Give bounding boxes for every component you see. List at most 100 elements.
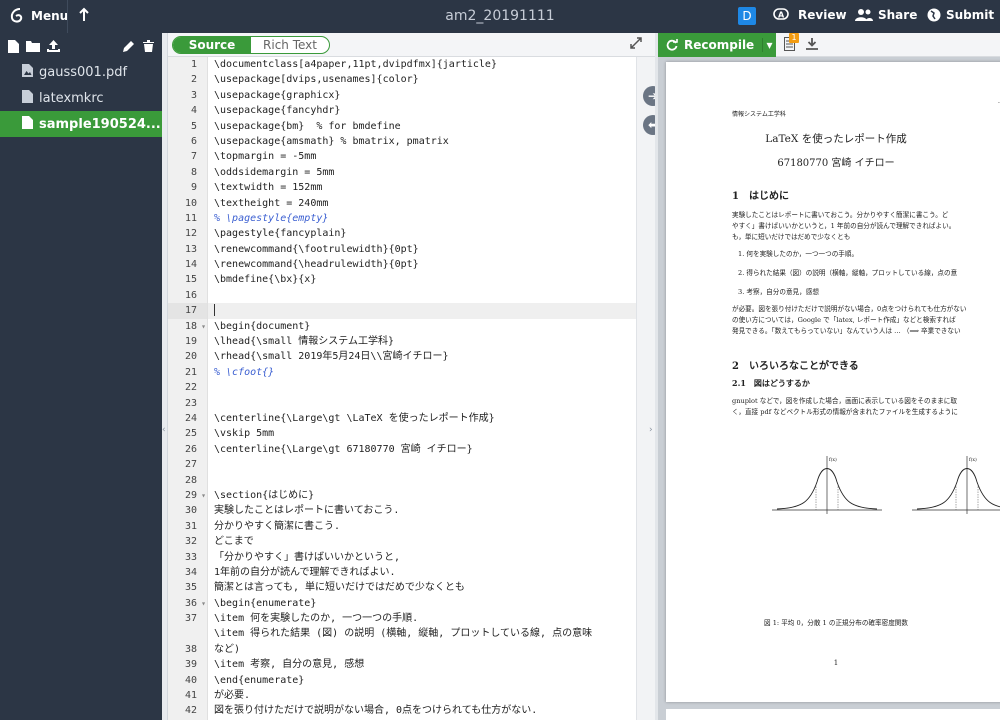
code-line[interactable]: \renewcommand{\headrulewidth}{0pt}: [208, 257, 636, 272]
review-icon: A: [773, 8, 789, 20]
code-line[interactable]: 図を張り付けただけで説明がない場合, 0点をつけられても仕方がない.: [208, 703, 636, 718]
line-number: 32: [184, 536, 197, 548]
delete-trash-icon[interactable]: [143, 40, 154, 52]
file-tree-item[interactable]: gauss001.pdf: [0, 59, 162, 85]
preview-toolbar: Recompile ▾ 1: [658, 33, 1000, 57]
source-mode-tab[interactable]: Source: [173, 37, 251, 53]
figure-axis-label: f(x): [969, 456, 977, 463]
code-line[interactable]: 「分かりやすく」書けばいいかというと,: [208, 550, 636, 565]
code-line[interactable]: \rhead{\small 2019年5月24日\\宮崎イチロー}: [208, 349, 636, 364]
pdf-preview[interactable]: 情報システム工学科 · LaTeX を使ったレポート作成 67180770 宮崎…: [658, 57, 1000, 720]
code-line[interactable]: % \cfoot{}: [208, 365, 636, 380]
line-number: 6: [190, 135, 197, 147]
code-line[interactable]: \usepackage{graphicx}: [208, 88, 636, 103]
share-button[interactable]: Share: [855, 8, 917, 22]
code-line[interactable]: \usepackage[dvips,usenames]{color}: [208, 72, 636, 87]
code-line[interactable]: \documentclass[a4paper,11pt,dvipdfmx]{ja…: [208, 57, 636, 72]
collapse-editor-icon[interactable]: ›: [649, 425, 655, 441]
code-line[interactable]: \item 得られた結果 (図) の説明 (横軸, 縦軸, プロットしている線,…: [208, 626, 636, 641]
line-number: 42: [184, 705, 197, 717]
editor-mode-toggle[interactable]: Source Rich Text: [172, 36, 330, 54]
recompile-options-chevron-icon[interactable]: ▾: [762, 38, 776, 52]
review-button[interactable]: A Review: [773, 8, 847, 22]
line-number: 35: [184, 582, 197, 594]
expand-editor-icon[interactable]: [630, 37, 642, 49]
project-title[interactable]: am2_20191111: [445, 8, 554, 24]
editor-scrollbar[interactable]: [636, 57, 655, 720]
code-line[interactable]: \item 考察, 自分の意見, 感想: [208, 657, 636, 672]
figure-axis-label: f(x): [829, 456, 837, 463]
line-number: 40: [184, 674, 197, 686]
code-line[interactable]: \lhead{\small 情報システム工学科}: [208, 334, 636, 349]
code-line[interactable]: など): [208, 642, 636, 657]
pdf-paragraph-line: 発見できる。「数えてもらっていない」なんていう人は … （⟹ 卒業できない: [732, 327, 961, 335]
new-folder-icon[interactable]: [26, 40, 40, 52]
code-editor[interactable]: \documentclass[a4paper,11pt,dvipdfmx]{ja…: [208, 57, 636, 720]
code-line[interactable]: [208, 457, 636, 472]
code-line[interactable]: 実験したことはレポートに書いておこう.: [208, 503, 636, 518]
code-line[interactable]: \bmdefine{\bx}{x}: [208, 272, 636, 287]
code-line[interactable]: [208, 473, 636, 488]
code-line[interactable]: \section{はじめに}: [208, 488, 636, 503]
line-number: 34: [184, 566, 197, 578]
code-line[interactable]: \oddsidemargin = 5mm: [208, 165, 636, 180]
menu-label: Menu: [31, 9, 69, 23]
code-line[interactable]: [208, 288, 636, 303]
code-line[interactable]: [208, 303, 636, 319]
code-line[interactable]: \usepackage{amsmath} % bmatrix, pmatrix: [208, 134, 636, 149]
line-number: 39: [184, 659, 197, 671]
file-tree-sidebar: gauss001.pdf latexmkrc sample190524...: [0, 33, 177, 720]
rich-text-mode-tab[interactable]: Rich Text: [251, 37, 329, 53]
code-line[interactable]: \textheight = 240mm: [208, 196, 636, 211]
avatar[interactable]: D: [738, 7, 756, 25]
code-line[interactable]: \begin{enumerate}: [208, 596, 636, 611]
code-line[interactable]: \centerline{\Large\gt \LaTeX を使ったレポート作成}: [208, 411, 636, 426]
pdf-subsection-heading: 2.1 図はどうするか: [732, 378, 810, 388]
code-line[interactable]: % \pagestyle{empty}: [208, 211, 636, 226]
file-tree-item[interactable]: sample190524...: [0, 111, 177, 137]
file-tree-item[interactable]: latexmkrc: [0, 85, 162, 111]
code-line[interactable]: [208, 396, 636, 411]
download-pdf-icon[interactable]: [806, 38, 818, 50]
code-line[interactable]: \textwidth = 152mm: [208, 180, 636, 195]
code-line[interactable]: が必要.: [208, 688, 636, 703]
line-number: 30: [184, 505, 197, 517]
code-line[interactable]: \usepackage{fancyhdr}: [208, 103, 636, 118]
share-label: Share: [878, 8, 918, 22]
code-line[interactable]: \vskip 5mm: [208, 426, 636, 441]
users-icon: [855, 9, 873, 21]
pdf-paragraph-line: く，直接 pdf などベクトル形式の情報が含まれたファイルを生成するように: [732, 408, 958, 416]
back-to-projects-button[interactable]: [78, 7, 90, 27]
code-line[interactable]: 簡潔とは言っても, 単に短いだけではだめで少なくとも: [208, 580, 636, 595]
code-line[interactable]: \renewcommand{\footrulewidth}{0pt}: [208, 242, 636, 257]
code-line[interactable]: \usepackage{bm} % for bmdefine: [208, 119, 636, 134]
code-line[interactable]: \centerline{\Large\gt 67180770 宮崎 イチロー}: [208, 442, 636, 457]
upload-icon[interactable]: [47, 40, 60, 52]
pdf-figure-gaussian-left: f(x): [772, 456, 882, 514]
line-number: 1: [190, 59, 197, 70]
code-line[interactable]: 1年前の自分が読んで理解できればよい.: [208, 565, 636, 580]
top-bar: Menu am2_20191111 D A Review Share Submi…: [0, 0, 1000, 33]
code-line[interactable]: \pagestyle{fancyplain}: [208, 226, 636, 241]
code-line[interactable]: どこまで: [208, 534, 636, 549]
line-number: 26: [184, 443, 197, 455]
line-number: 5: [190, 120, 197, 132]
line-number: 7: [190, 151, 197, 163]
line-number: 20: [184, 351, 197, 363]
code-line[interactable]: [208, 380, 636, 395]
pdf-paragraph-line: gnuplot などで，図を作成した場合，画面に表示している図をそのままに取: [732, 397, 957, 405]
pdf-list-item: 1. 何を実験したのか，一つ一つの手順。: [738, 250, 859, 258]
recompile-button[interactable]: Recompile ▾: [658, 33, 776, 57]
code-line[interactable]: 分かりやすく簡潔に書こう.: [208, 519, 636, 534]
line-number: 29: [168, 488, 207, 504]
rename-pencil-icon[interactable]: [123, 40, 135, 52]
code-line[interactable]: \end{enumerate}: [208, 673, 636, 688]
new-file-icon[interactable]: [8, 39, 19, 53]
code-line[interactable]: \begin{document}: [208, 319, 636, 334]
submit-button[interactable]: Submit: [927, 8, 994, 22]
line-number: 10: [184, 197, 197, 209]
pdf-paragraph-line: が必要。図を張り付けただけで説明がない場合，0点をつけられても仕方がない: [732, 305, 967, 313]
menu-button[interactable]: Menu: [10, 8, 68, 24]
code-line[interactable]: \topmargin = -5mm: [208, 149, 636, 164]
code-line[interactable]: \item 何を実験したのか, 一つ一つの手順.: [208, 611, 636, 626]
